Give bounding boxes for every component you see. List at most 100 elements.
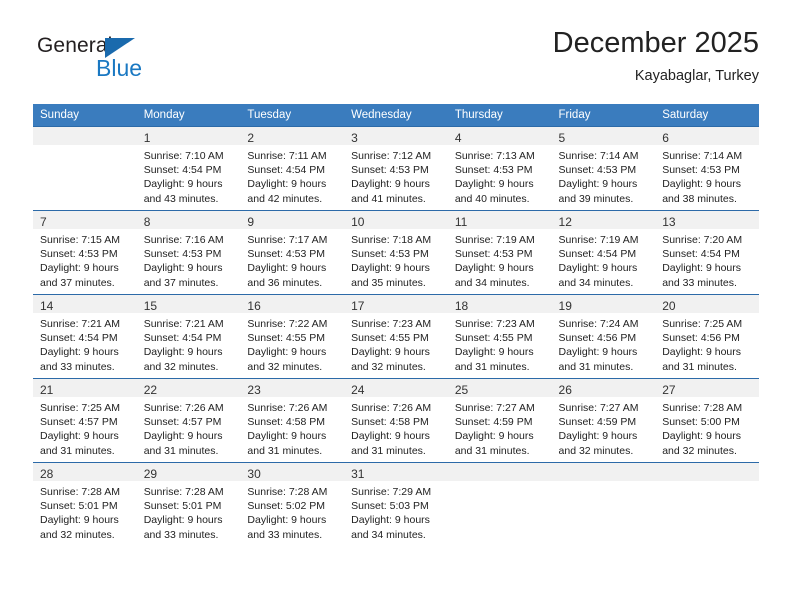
day-detail-line: and 37 minutes. <box>143 276 219 289</box>
calendar-day-cell[interactable]: 12 Sunrise: 7:19 AM Sunset: 4:54 PM Dayligh… <box>551 210 656 295</box>
calendar-day-cell[interactable]: 19 Sunrise: 7:24 AM Sunset: 4:56 PM Dayligh… <box>551 294 656 379</box>
day-details: Sunrise: 7:10 AM Sunset: 4:54 PM Daylight:… <box>137 145 241 206</box>
day-number-band: 17 <box>344 295 448 313</box>
day-detail-line: Daylight: 9 hours <box>143 178 223 191</box>
calendar-day-cell[interactable]: 7 Sunrise: 7:15 AM Sunset: 4:53 PM Daylight… <box>33 210 137 295</box>
day-detail-line: and 43 minutes. <box>143 192 219 205</box>
calendar-day-cell[interactable]: 4 Sunrise: 7:13 AM Sunset: 4:53 PM Daylight… <box>447 126 552 211</box>
day-detail-line: Daylight: 9 hours <box>558 178 638 191</box>
day-details: Sunrise: 7:27 AM Sunset: 4:59 PM Daylight:… <box>552 397 656 458</box>
day-detail-line: Sunrise: 7:21 AM <box>40 318 120 330</box>
day-detail-line: Sunset: 4:54 PM <box>558 248 637 261</box>
day-detail-line: Daylight: 9 hours <box>351 178 430 191</box>
calendar-day-cell[interactable]: 5 Sunrise: 7:14 AM Sunset: 4:53 PM Daylight… <box>551 126 656 211</box>
day-detail-line: Sunrise: 7:26 AM <box>351 402 432 414</box>
weekday-header-friday: Friday <box>551 104 656 127</box>
day-details: Sunrise: 7:28 AM Sunset: 5:01 PM Daylight:… <box>33 481 137 542</box>
day-number-band: 5 <box>551 127 656 145</box>
day-detail-line: Daylight: 9 hours <box>40 430 119 443</box>
day-detail-line: Daylight: 9 hours <box>558 262 638 275</box>
calendar-day-cell[interactable]: 16 Sunrise: 7:22 AM Sunset: 4:55 PM Dayligh… <box>240 294 345 379</box>
calendar-day-cell[interactable]: 28 Sunrise: 7:28 AM Sunset: 5:01 PM Dayligh… <box>33 462 137 546</box>
day-detail-line: Sunrise: 7:21 AM <box>143 318 224 330</box>
calendar-day-cell[interactable]: 9 Sunrise: 7:17 AM Sunset: 4:53 PM Daylight… <box>240 210 345 295</box>
calendar-day-cell[interactable]: 27 Sunrise: 7:28 AM Sunset: 5:00 PM Dayligh… <box>655 378 759 463</box>
day-number: 6 <box>662 131 669 145</box>
day-detail-line: Daylight: 9 hours <box>454 430 534 443</box>
day-details: Sunrise: 7:23 AM Sunset: 4:55 PM Daylight:… <box>448 313 552 374</box>
calendar-day-cell[interactable]: 15 Sunrise: 7:21 AM Sunset: 4:54 PM Dayligh… <box>136 294 241 379</box>
calendar-day-cell-empty <box>33 126 137 211</box>
day-detail-line: Sunset: 5:01 PM <box>40 500 118 513</box>
weekday-header-thursday: Thursday <box>447 104 552 127</box>
calendar-day-cell[interactable]: 8 Sunrise: 7:16 AM Sunset: 4:53 PM Daylight… <box>136 210 241 295</box>
day-number-band: 16 <box>240 295 345 313</box>
day-detail-line: Daylight: 9 hours <box>143 346 223 359</box>
day-number-band: 19 <box>551 295 656 313</box>
day-detail-line: Sunrise: 7:15 AM <box>40 234 120 246</box>
day-detail-line: and 34 minutes. <box>558 276 634 289</box>
calendar-day-cell[interactable]: 22 Sunrise: 7:26 AM Sunset: 4:57 PM Dayligh… <box>136 378 241 463</box>
calendar-day-cell[interactable]: 30 Sunrise: 7:28 AM Sunset: 5:02 PM Dayligh… <box>240 462 345 546</box>
day-detail-line: Daylight: 9 hours <box>662 178 742 191</box>
calendar-day-cell[interactable]: 20 Sunrise: 7:25 AM Sunset: 4:56 PM Dayligh… <box>655 294 759 379</box>
calendar-day-cell[interactable]: 24 Sunrise: 7:26 AM Sunset: 4:58 PM Dayligh… <box>344 378 448 463</box>
day-detail-line: Daylight: 9 hours <box>662 430 742 443</box>
day-detail-line: Daylight: 9 hours <box>143 514 223 527</box>
day-detail-line: Daylight: 9 hours <box>558 346 638 359</box>
day-detail-line: Sunrise: 7:11 AM <box>247 150 327 162</box>
calendar-day-cell[interactable]: 31 Sunrise: 7:29 AM Sunset: 5:03 PM Dayligh… <box>344 462 448 546</box>
day-number: 26 <box>558 383 572 397</box>
day-detail-line: Sunset: 4:53 PM <box>247 248 326 261</box>
day-details: Sunrise: 7:23 AM Sunset: 4:55 PM Daylight:… <box>344 313 448 374</box>
calendar-day-cell[interactable]: 17 Sunrise: 7:23 AM Sunset: 4:55 PM Dayligh… <box>344 294 448 379</box>
day-details: Sunrise: 7:20 AM Sunset: 4:54 PM Daylight:… <box>655 229 759 290</box>
day-detail-line: and 32 minutes. <box>247 360 323 373</box>
calendar-day-cell[interactable]: 6 Sunrise: 7:14 AM Sunset: 4:53 PM Daylight… <box>655 126 759 211</box>
day-detail-line: Sunrise: 7:28 AM <box>247 486 328 498</box>
calendar-day-cell[interactable]: 11 Sunrise: 7:19 AM Sunset: 4:53 PM Dayligh… <box>447 210 552 295</box>
day-number-band: 2 <box>240 127 345 145</box>
calendar-week-row: 21 Sunrise: 7:25 AM Sunset: 4:57 PM Dayligh… <box>33 378 759 463</box>
calendar-day-cell[interactable]: 25 Sunrise: 7:27 AM Sunset: 4:59 PM Dayligh… <box>447 378 552 463</box>
day-details: Sunrise: 7:28 AM Sunset: 5:02 PM Daylight:… <box>240 481 344 542</box>
day-detail-line: Daylight: 9 hours <box>351 346 430 359</box>
calendar-day-cell[interactable]: 10 Sunrise: 7:18 AM Sunset: 4:53 PM Dayligh… <box>344 210 448 295</box>
day-details: Sunrise: 7:21 AM Sunset: 4:54 PM Daylight:… <box>137 313 241 374</box>
day-number-band: 24 <box>344 379 448 397</box>
day-detail-line: Sunrise: 7:28 AM <box>40 486 120 498</box>
calendar-day-cell[interactable]: 3 Sunrise: 7:12 AM Sunset: 4:53 PM Daylight… <box>344 126 448 211</box>
calendar-grid: Sunday Monday Tuesday Wednesday Thursday Frid… <box>33 104 759 546</box>
day-detail-line: and 31 minutes. <box>558 360 634 373</box>
day-number-band: 4 <box>447 127 552 145</box>
day-detail-line: Daylight: 9 hours <box>351 514 430 527</box>
calendar-day-cell[interactable]: 23 Sunrise: 7:26 AM Sunset: 4:58 PM Dayligh… <box>240 378 345 463</box>
day-number: 16 <box>247 299 261 313</box>
day-number: 13 <box>662 215 676 229</box>
general-blue-logo[interactable]: General Blue <box>37 34 207 92</box>
day-detail-line: Sunset: 4:54 PM <box>662 248 740 261</box>
calendar-day-cell[interactable]: 13 Sunrise: 7:20 AM Sunset: 4:54 PM Dayligh… <box>655 210 759 295</box>
day-detail-line: and 38 minutes. <box>662 192 737 205</box>
calendar-day-cell[interactable]: 26 Sunrise: 7:27 AM Sunset: 4:59 PM Dayligh… <box>551 378 656 463</box>
day-number-band: 1 <box>136 127 241 145</box>
day-number: 3 <box>351 131 358 145</box>
day-detail-line: and 31 minutes. <box>351 444 426 457</box>
calendar-table: Sunday Monday Tuesday Wednesday Thursday Frid… <box>33 104 759 546</box>
day-detail-line: Sunrise: 7:28 AM <box>662 402 743 414</box>
day-number: 27 <box>662 383 676 397</box>
calendar-day-cell[interactable]: 21 Sunrise: 7:25 AM Sunset: 4:57 PM Dayligh… <box>33 378 137 463</box>
day-number: 5 <box>558 131 566 145</box>
day-details: Sunrise: 7:11 AM Sunset: 4:54 PM Daylight:… <box>240 145 344 206</box>
calendar-day-cell[interactable]: 14 Sunrise: 7:21 AM Sunset: 4:54 PM Dayligh… <box>33 294 137 379</box>
day-details: Sunrise: 7:28 AM Sunset: 5:00 PM Daylight:… <box>655 397 759 458</box>
calendar-day-cell[interactable]: 1 Sunrise: 7:10 AM Sunset: 4:54 PM Daylight… <box>136 126 241 211</box>
calendar-day-cell[interactable]: 2 Sunrise: 7:11 AM Sunset: 4:54 PM Daylight… <box>240 126 345 211</box>
day-number: 31 <box>351 467 365 481</box>
day-detail-line: Sunrise: 7:26 AM <box>143 402 224 414</box>
day-number-band: 18 <box>447 295 552 313</box>
calendar-day-cell[interactable]: 18 Sunrise: 7:23 AM Sunset: 4:55 PM Dayligh… <box>447 294 552 379</box>
calendar-day-cell[interactable]: 29 Sunrise: 7:28 AM Sunset: 5:01 PM Dayligh… <box>136 462 241 546</box>
day-detail-line: and 39 minutes. <box>558 192 634 205</box>
day-detail-line: and 33 minutes. <box>143 528 219 541</box>
